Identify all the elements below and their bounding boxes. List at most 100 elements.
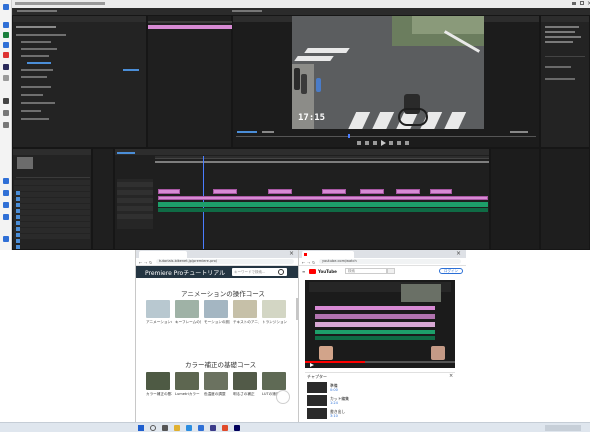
project-item[interactable] xyxy=(14,198,90,213)
step-forward-icon[interactable] xyxy=(389,141,393,145)
video-clip[interactable] xyxy=(396,189,420,194)
menu-items[interactable] xyxy=(17,10,57,12)
project-item[interactable] xyxy=(14,210,90,225)
edge-icon[interactable] xyxy=(186,425,192,431)
youtube-logo-icon[interactable] xyxy=(309,269,316,274)
track-header-a1[interactable] xyxy=(117,206,153,211)
project-thumbnail[interactable] xyxy=(17,157,33,169)
app-icon[interactable] xyxy=(3,22,9,28)
premiere-icon[interactable] xyxy=(234,425,240,431)
forward-icon[interactable]: → xyxy=(307,260,310,265)
youtube-video-player[interactable] xyxy=(305,280,455,368)
browser-tab-active[interactable] xyxy=(139,251,187,258)
audio-clip[interactable] xyxy=(158,202,488,207)
app-icon[interactable] xyxy=(3,4,9,10)
browser-tab-active[interactable] xyxy=(302,251,354,258)
project-item[interactable] xyxy=(14,186,90,201)
project-tab[interactable] xyxy=(13,149,91,155)
monitor-scrubber[interactable] xyxy=(236,136,536,137)
project-item[interactable] xyxy=(14,234,90,249)
param-value[interactable] xyxy=(123,69,139,71)
effect-clip-bar[interactable] xyxy=(148,25,232,29)
app-icon[interactable] xyxy=(3,110,9,116)
address-bar[interactable]: tutorials.bikenet.jp/premiere-pro/ xyxy=(156,259,294,264)
app-icon[interactable] xyxy=(3,98,9,104)
course-card[interactable]: テキストのアニメ xyxy=(233,300,259,325)
back-icon[interactable]: ← xyxy=(302,260,305,265)
system-tray-clock[interactable] xyxy=(545,425,581,431)
param-value[interactable] xyxy=(27,62,51,64)
app-icon[interactable] xyxy=(3,64,9,70)
project-item[interactable] xyxy=(14,222,90,237)
store-icon[interactable] xyxy=(198,425,204,431)
track-header-v3[interactable] xyxy=(117,182,153,187)
course-card[interactable]: アニメーションの基本 xyxy=(146,300,172,325)
course-card[interactable]: 明るさの補正 xyxy=(233,372,259,397)
app-icon[interactable] xyxy=(3,32,9,38)
app-icon[interactable] xyxy=(3,190,9,196)
app-icon[interactable] xyxy=(3,214,9,220)
video-clip[interactable] xyxy=(158,189,180,194)
course-card[interactable]: キーフレームの追加 xyxy=(175,300,201,325)
mark-in-icon[interactable] xyxy=(357,141,361,145)
close-icon[interactable]: × xyxy=(456,250,461,257)
course-card[interactable]: トランジション xyxy=(262,300,288,325)
video-clip[interactable] xyxy=(268,189,292,194)
search-icon[interactable] xyxy=(150,425,156,431)
timeline-tab[interactable] xyxy=(115,149,489,155)
video-clip[interactable] xyxy=(430,189,452,194)
floating-chat-button[interactable] xyxy=(276,390,290,404)
play-icon[interactable] xyxy=(381,140,386,146)
maximize-icon[interactable] xyxy=(580,1,584,5)
course-card[interactable]: モーションの設定 xyxy=(204,300,230,325)
course-card[interactable]: カラー補正の基本 xyxy=(146,372,172,397)
app-icon[interactable] xyxy=(3,202,9,208)
minimize-icon[interactable] xyxy=(572,2,576,5)
fit-dropdown[interactable] xyxy=(262,131,274,133)
back-icon[interactable]: ← xyxy=(139,260,142,265)
reload-icon[interactable]: ↻ xyxy=(149,260,152,265)
right-panel-tab[interactable] xyxy=(541,16,589,22)
video-clip[interactable] xyxy=(360,189,384,194)
sign-in-button[interactable]: ログイン xyxy=(439,268,463,274)
course-card[interactable]: 色温度の調整 xyxy=(204,372,230,397)
task-view-icon[interactable] xyxy=(162,425,168,431)
site-title[interactable]: Premiere Proチュートリアル xyxy=(145,268,225,277)
windows-start-icon[interactable] xyxy=(138,425,144,431)
workspace-tabs[interactable] xyxy=(232,10,262,12)
audio-clip-2[interactable] xyxy=(158,208,488,212)
project-item[interactable] xyxy=(14,180,90,195)
chrome-icon[interactable] xyxy=(222,425,228,431)
mail-icon[interactable] xyxy=(210,425,216,431)
track-header-a2[interactable] xyxy=(117,214,153,219)
video-clip[interactable] xyxy=(322,189,346,194)
address-bar[interactable]: youtube.com/watch xyxy=(319,259,461,264)
track-header-v1[interactable] xyxy=(117,198,153,203)
app-icon[interactable] xyxy=(3,236,9,242)
project-item[interactable] xyxy=(14,204,90,219)
close-icon[interactable]: × xyxy=(289,250,294,257)
course-card[interactable]: Lumetriカラー xyxy=(175,372,201,397)
file-explorer-icon[interactable] xyxy=(174,425,180,431)
effect-controls-tab[interactable] xyxy=(13,16,146,22)
project-item[interactable] xyxy=(14,216,90,231)
close-icon[interactable]: × xyxy=(449,373,453,379)
app-icon[interactable] xyxy=(3,75,9,81)
work-area-bar[interactable] xyxy=(155,161,489,163)
forward-icon[interactable]: → xyxy=(144,260,147,265)
app-icon[interactable] xyxy=(3,52,9,58)
track-header-v2[interactable] xyxy=(117,190,153,195)
app-icon[interactable] xyxy=(3,42,9,48)
reload-icon[interactable]: ↻ xyxy=(312,260,315,265)
time-ruler[interactable] xyxy=(155,156,489,159)
play-icon[interactable] xyxy=(310,363,314,367)
app-icon[interactable] xyxy=(3,178,9,184)
menu-icon[interactable]: ≡ xyxy=(302,269,305,274)
step-back-icon[interactable] xyxy=(373,141,377,145)
project-item[interactable] xyxy=(14,228,90,243)
monitor-playhead[interactable] xyxy=(348,134,350,138)
lift-icon[interactable] xyxy=(397,141,401,145)
search-icon[interactable] xyxy=(278,269,284,275)
export-frame-icon[interactable] xyxy=(405,141,409,145)
app-icon[interactable] xyxy=(3,122,9,128)
